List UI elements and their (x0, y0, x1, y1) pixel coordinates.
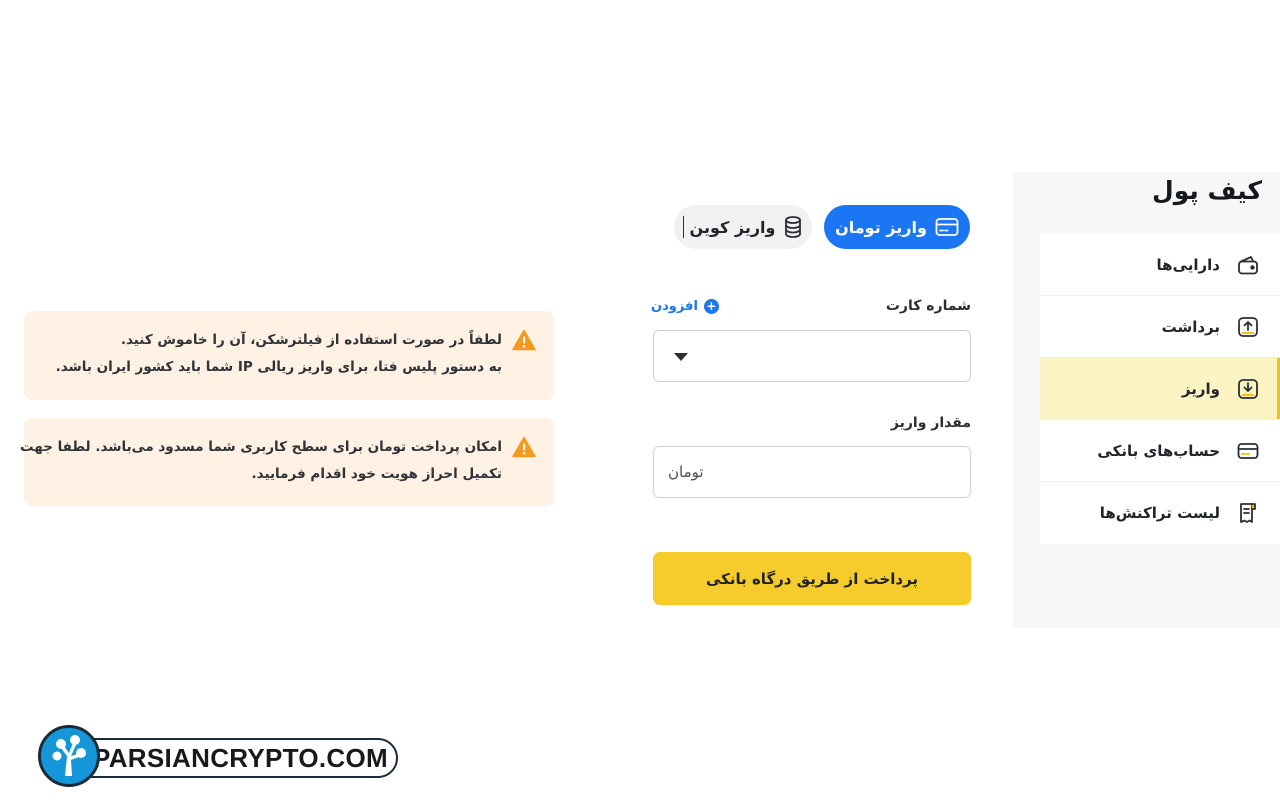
deposit-type-tabs: واریز تومان واریز کوین (672, 205, 972, 251)
bank-gateway-pay-button[interactable]: پرداخت از طریق درگاه بانکی (653, 552, 971, 605)
sidebar-item-label: واریز (1181, 379, 1220, 398)
sidebar-title: کیف پول (1152, 176, 1262, 205)
wallet-menu: دارایی‌ها برداشت واریز (1040, 234, 1280, 544)
card-number-select[interactable] (653, 330, 971, 382)
alert-text-line: به دستور پلیس فتا، برای واریز ریالی IP ش… (55, 359, 502, 375)
alert-text-line: تکمیل احراز هویت خود اقدام فرمایید. (251, 466, 502, 482)
add-card-label: افزودن (651, 298, 698, 314)
wallet-icon (1234, 251, 1262, 279)
deposit-amount-label: مقدار واریز (890, 415, 971, 431)
wallet-sidebar: کیف پول دارایی‌ها برداشت (1013, 172, 1280, 628)
alert-text-line: امکان پرداخت تومان برای سطح کاربری شما م… (19, 439, 502, 455)
coins-icon (783, 215, 803, 239)
add-card-button[interactable]: + افزودن (651, 298, 719, 314)
sidebar-item-label: دارایی‌ها (1156, 255, 1220, 274)
tab-deposit-toman[interactable]: واریز تومان (824, 205, 970, 249)
sidebar-item-deposit[interactable]: واریز (1040, 358, 1280, 420)
text-cursor (682, 216, 684, 238)
card-number-label: شماره کارت (885, 298, 971, 314)
caret-down-icon (674, 353, 688, 361)
sidebar-item-label: حساب‌های بانکی (1097, 441, 1220, 460)
credit-card-icon (1234, 437, 1262, 465)
sidebar-item-label: لیست تراکنش‌ها (1099, 504, 1220, 522)
watermark-pill: PARSIANCRYPTO.COM (72, 738, 398, 778)
warning-icon (512, 329, 536, 351)
plus-icon: + (703, 298, 719, 314)
card-icon (935, 217, 959, 237)
parsiancrypto-logo-icon (38, 725, 100, 787)
sidebar-item-label: برداشت (1161, 317, 1220, 336)
tab-label: واریز کوین (689, 217, 776, 237)
warning-icon (512, 436, 536, 458)
deposit-form: شماره کارت + افزودن مقدار واریز پرداخت ا… (651, 295, 971, 605)
sidebar-item-transactions[interactable]: لیست تراکنش‌ها (1040, 482, 1280, 544)
tab-label: واریز تومان (835, 217, 927, 237)
sidebar-item-bank-accounts[interactable]: حساب‌های بانکی (1040, 420, 1280, 482)
watermark-text: PARSIANCRYPTO.COM (93, 742, 388, 773)
receipt-icon (1234, 499, 1262, 527)
sidebar-item-withdraw[interactable]: برداشت (1040, 296, 1280, 358)
sidebar-item-assets[interactable]: دارایی‌ها (1040, 234, 1280, 296)
site-watermark: PARSIANCRYPTO.COM (38, 725, 400, 787)
kyc-warning-alert: امکان پرداخت تومان برای سطح کاربری شما م… (19, 418, 554, 506)
tab-deposit-coin[interactable]: واریز کوین (674, 205, 812, 249)
alert-text-line: لطفاً در صورت استفاده از فیلترشکن، آن را… (120, 332, 502, 348)
deposit-amount-input[interactable] (653, 446, 971, 498)
upload-icon (1234, 313, 1262, 341)
download-icon (1234, 375, 1262, 403)
vpn-warning-alert: لطفاً در صورت استفاده از فیلترشکن، آن را… (24, 311, 554, 400)
